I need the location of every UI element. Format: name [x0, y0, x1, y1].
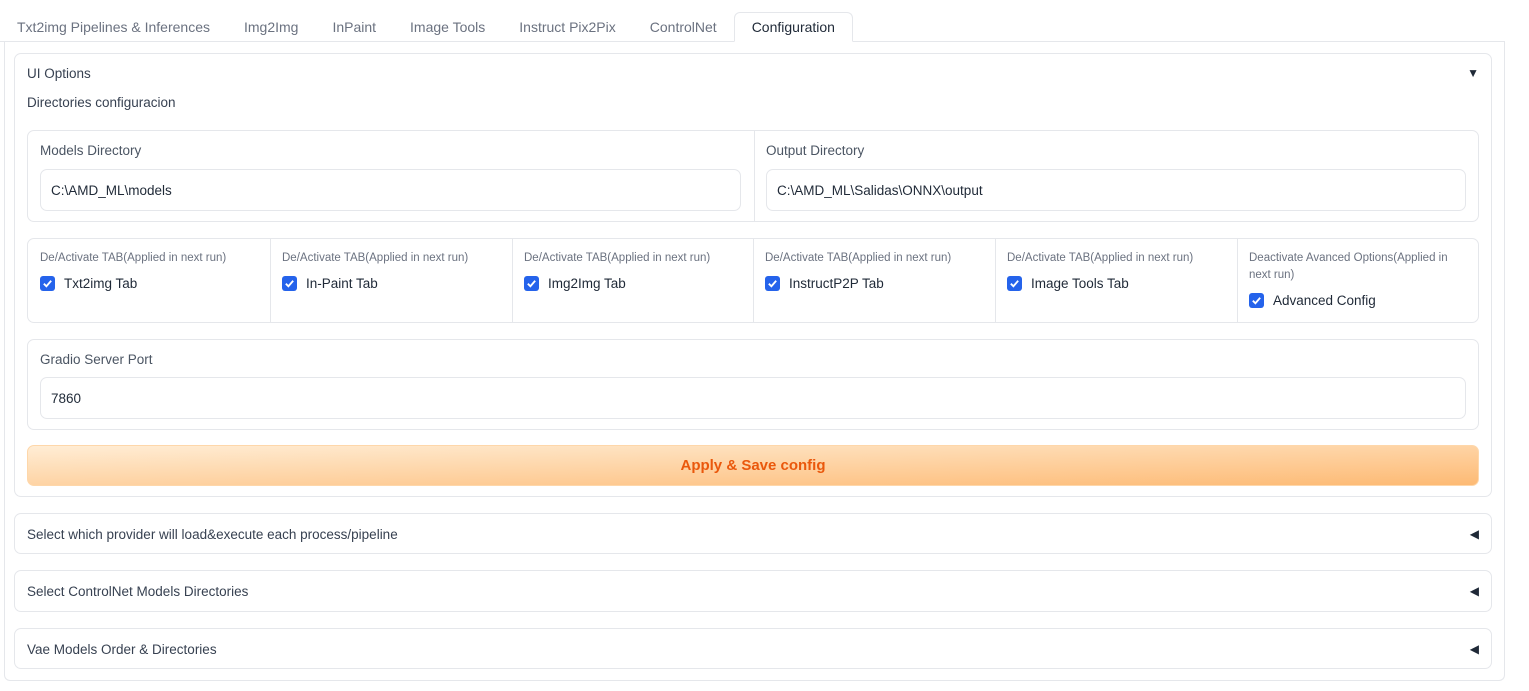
vae-models-accordion[interactable]: Vae Models Order & Directories ◀ [14, 628, 1492, 669]
provider-header[interactable]: Select which provider will load&execute … [27, 524, 1479, 544]
checkbox-checked-icon[interactable] [524, 276, 539, 291]
directories-panel: Models Directory C:\AMD_ML\models Output… [27, 130, 1479, 222]
toggle-cell-image-tools: De/Activate TAB(Applied in next run) Ima… [995, 239, 1237, 322]
tab-img2img[interactable]: Img2Img [227, 12, 315, 42]
panel-divider [754, 131, 755, 221]
server-port-input[interactable]: 7860 [40, 377, 1466, 419]
expand-arrow-icon[interactable]: ◀ [1470, 642, 1479, 656]
checkbox-checked-icon[interactable] [40, 276, 55, 291]
checkbox-label: Txt2img Tab [64, 276, 138, 291]
vae-models-title: Vae Models Order & Directories [27, 641, 217, 657]
apply-save-config-button[interactable]: Apply & Save config [27, 445, 1479, 486]
output-directory-label: Output Directory [766, 143, 865, 158]
instructp2p-tab-checkbox[interactable]: InstructP2P Tab [765, 276, 884, 291]
toggle-cell-advanced-config: Deactivate Avanced Options(Applied in ne… [1237, 239, 1480, 322]
output-directory-input[interactable]: C:\AMD_ML\Salidas\ONNX\output [766, 169, 1466, 211]
toggle-info: De/Activate TAB(Applied in next run) [765, 252, 952, 264]
ui-options-header[interactable]: UI Options ▼ [27, 63, 1479, 83]
inpaint-tab-checkbox[interactable]: In-Paint Tab [282, 276, 378, 291]
toggle-cell-txt2img: De/Activate TAB(Applied in next run) Txt… [28, 239, 270, 322]
checkbox-label: In-Paint Tab [306, 276, 378, 291]
provider-accordion[interactable]: Select which provider will load&execute … [14, 513, 1492, 554]
tab-instruct-pix2pix[interactable]: Instruct Pix2Pix [502, 12, 632, 42]
toggle-cell-inpaint: De/Activate TAB(Applied in next run) In-… [270, 239, 512, 322]
checkbox-checked-icon[interactable] [1007, 276, 1022, 291]
server-port-panel: Gradio Server Port 7860 [27, 339, 1479, 430]
directories-subtitle: Directories configuracion [27, 95, 176, 110]
provider-title: Select which provider will load&execute … [27, 526, 398, 542]
toggle-info: De/Activate TAB(Applied in next run) [1007, 252, 1194, 264]
expand-arrow-icon[interactable]: ◀ [1470, 527, 1479, 541]
img2img-tab-checkbox[interactable]: Img2Img Tab [524, 276, 626, 291]
controlnet-dirs-header[interactable]: Select ControlNet Models Directories ◀ [27, 581, 1479, 601]
server-port-label: Gradio Server Port [40, 352, 153, 367]
tab-toggles-panel: De/Activate TAB(Applied in next run) Txt… [27, 238, 1479, 323]
tab-controlnet[interactable]: ControlNet [633, 12, 734, 42]
toggle-info: Deactivate Avanced Options(Applied in ne… [1249, 252, 1448, 281]
toggle-cell-instructp2p: De/Activate TAB(Applied in next run) Ins… [753, 239, 995, 322]
models-directory-input[interactable]: C:\AMD_ML\models [40, 169, 741, 211]
tab-bar: Txt2img Pipelines & Inferences Img2Img I… [0, 12, 853, 42]
collapse-arrow-icon[interactable]: ▼ [1467, 66, 1479, 80]
toggle-info: De/Activate TAB(Applied in next run) [524, 252, 711, 264]
tab-txt2img[interactable]: Txt2img Pipelines & Inferences [0, 12, 227, 42]
vae-models-header[interactable]: Vae Models Order & Directories ◀ [27, 639, 1479, 659]
tab-inpaint[interactable]: InPaint [315, 12, 393, 42]
checkbox-checked-icon[interactable] [282, 276, 297, 291]
models-directory-label: Models Directory [40, 143, 142, 158]
checkbox-label: Img2Img Tab [548, 276, 626, 291]
ui-options-accordion: UI Options ▼ Directories configuracion M… [14, 53, 1492, 497]
checkbox-label: InstructP2P Tab [789, 276, 884, 291]
tab-image-tools[interactable]: Image Tools [393, 12, 502, 42]
ui-options-title: UI Options [27, 65, 91, 81]
toggle-cell-img2img: De/Activate TAB(Applied in next run) Img… [512, 239, 753, 322]
advanced-config-checkbox[interactable]: Advanced Config [1249, 293, 1376, 308]
checkbox-label: Image Tools Tab [1031, 276, 1129, 291]
checkbox-checked-icon[interactable] [1249, 293, 1264, 308]
checkbox-label: Advanced Config [1273, 293, 1376, 308]
txt2img-tab-checkbox[interactable]: Txt2img Tab [40, 276, 137, 291]
controlnet-dirs-title: Select ControlNet Models Directories [27, 583, 249, 599]
image-tools-tab-checkbox[interactable]: Image Tools Tab [1007, 276, 1129, 291]
toggle-info: De/Activate TAB(Applied in next run) [282, 252, 469, 264]
controlnet-dirs-accordion[interactable]: Select ControlNet Models Directories ◀ [14, 570, 1492, 612]
toggle-info: De/Activate TAB(Applied in next run) [40, 252, 227, 264]
tab-configuration[interactable]: Configuration [733, 12, 853, 42]
checkbox-checked-icon[interactable] [765, 276, 780, 291]
expand-arrow-icon[interactable]: ◀ [1470, 584, 1479, 598]
